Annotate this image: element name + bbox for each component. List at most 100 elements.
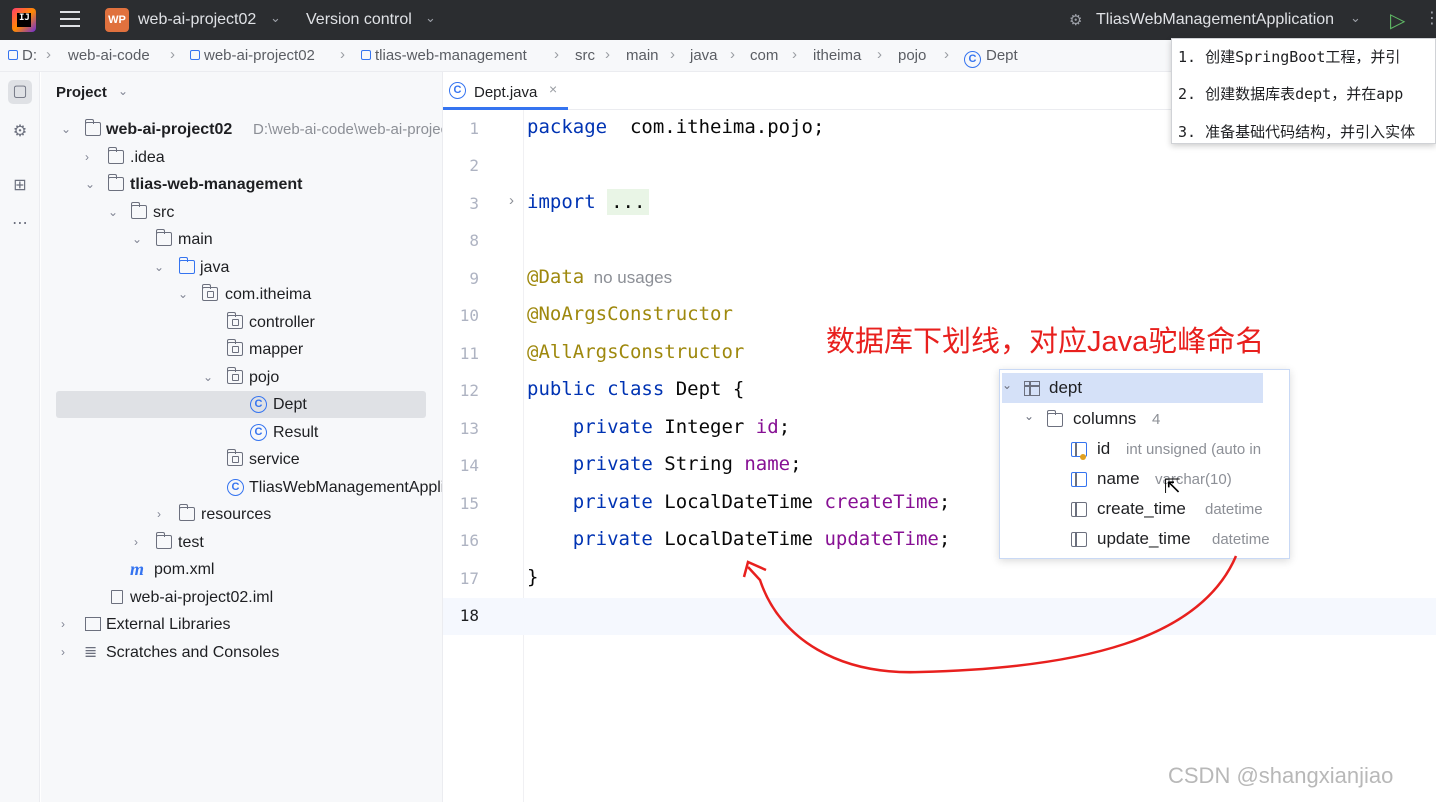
code-line[interactable]: 2	[443, 148, 1436, 185]
chevron-right-icon[interactable]: ›	[157, 501, 161, 528]
tree-label: TliasWebManagementApplication	[249, 479, 442, 496]
tree-item-tlias-web-management[interactable]: ⌄ tlias-web-management	[41, 171, 442, 198]
code-token: @Data	[527, 266, 585, 288]
tree-item-mapper[interactable]: mapper	[41, 336, 442, 363]
tree-item-external-libraries[interactable]: › External Libraries	[41, 611, 442, 638]
code-line[interactable]: 18	[443, 598, 1436, 635]
chevron-right-icon[interactable]: ›	[61, 639, 65, 666]
tree-item-controller[interactable]: controller	[41, 309, 442, 336]
version-control-menu[interactable]: Version control	[306, 11, 412, 29]
chevron-down-icon[interactable]: ⌄	[178, 281, 188, 308]
folder-icon[interactable]: ▢	[8, 80, 32, 104]
chevron-down-icon[interactable]: ⌄	[203, 364, 213, 391]
code-token: @AllArgsConstructor	[527, 341, 745, 363]
tree-label: .idea	[130, 149, 165, 166]
run-icon[interactable]: ▷	[1390, 8, 1405, 33]
chevron-down-icon[interactable]: ⌄	[85, 171, 95, 198]
chevron-down-icon[interactable]: ⌄	[132, 226, 142, 253]
breadcrumb-item[interactable]: com	[750, 47, 778, 64]
tree-item-tlias-web-management-application[interactable]: C TliasWebManagementApplication	[41, 474, 442, 501]
db-column-name[interactable]: name varchar(10)	[1000, 464, 1289, 494]
chevron-right-icon[interactable]: ›	[85, 144, 89, 171]
tree-item-dept[interactable]: C Dept	[41, 391, 442, 418]
close-icon[interactable]: ×	[549, 81, 557, 97]
package-icon	[226, 339, 243, 356]
chevron-down-icon[interactable]: ⌄	[1024, 409, 1034, 423]
task-item: 1. 创建SpringBoot工程，并引	[1178, 48, 1401, 66]
chevron-down-icon[interactable]: ⌄	[1350, 10, 1361, 26]
tree-item-service[interactable]: service	[41, 446, 442, 473]
more-icon[interactable]: ⋮	[1424, 8, 1436, 28]
gear-icon[interactable]: ⚙	[8, 120, 32, 144]
project-badge[interactable]: WP	[105, 8, 129, 32]
folded-imports[interactable]: ...	[607, 189, 650, 215]
breadcrumb-item[interactable]: web-ai-code	[68, 47, 150, 64]
tree-label: pojo	[249, 369, 280, 386]
tree-item-main[interactable]: ⌄ main	[41, 226, 442, 253]
chevron-right-icon[interactable]: ›	[61, 611, 65, 638]
db-table-dept[interactable]: ⌄ dept	[1002, 373, 1263, 403]
more-icon[interactable]: ⋯	[8, 212, 32, 236]
breadcrumb-item[interactable]: java	[690, 47, 718, 64]
run-configuration-selector[interactable]: TliasWebManagementApplication	[1096, 11, 1334, 29]
drive-icon	[8, 50, 18, 60]
code-token: ;	[938, 491, 951, 513]
tree-item-java[interactable]: ⌄ java	[41, 254, 442, 281]
db-column-id[interactable]: id int unsigned (auto in	[1000, 434, 1289, 464]
table-name: dept	[1049, 378, 1083, 397]
title-bar: IJ WP web-ai-project02 ⌄ Version control…	[0, 0, 1436, 40]
db-column-create-time[interactable]: create_time datetime	[1000, 494, 1289, 524]
tree-item-web-ai-project02[interactable]: ⌄ web-ai-project02 D:\web-ai-code\web-ai…	[41, 116, 442, 143]
tree-item-com-itheima[interactable]: ⌄ com.itheima	[41, 281, 442, 308]
chevron-right-icon[interactable]: ›	[134, 529, 138, 556]
tree-item-scratches[interactable]: › ≣ Scratches and Consoles	[41, 639, 442, 666]
db-column-update-time[interactable]: update_time datetime	[1000, 524, 1289, 554]
tree-item-iml[interactable]: web-ai-project02.iml	[41, 584, 442, 611]
code-text: private LocalDateTime updateTime;	[527, 528, 951, 550]
tab-dept-java[interactable]: C Dept.java ×	[443, 72, 568, 110]
tree-item-src[interactable]: ⌄ src	[41, 199, 442, 226]
breadcrumb-item[interactable]: C Dept	[964, 47, 1018, 68]
code-line[interactable]: 8	[443, 223, 1436, 260]
code-token: package	[527, 116, 608, 138]
chevron-down-icon[interactable]: ⌄	[1002, 378, 1012, 392]
chevron-down-icon[interactable]: ⌄	[108, 199, 118, 226]
structure-icon[interactable]: ⊞	[8, 174, 32, 198]
chevron-down-icon[interactable]: ⌄	[118, 84, 128, 98]
project-panel: Project ⌄ ⌄ web-ai-project02 D:\web-ai-c…	[41, 72, 443, 802]
line-number: 14	[459, 456, 479, 475]
code-token: com.itheima.pojo;	[607, 116, 825, 138]
column-type: datetime	[1205, 501, 1263, 518]
code-text: private String name;	[527, 453, 802, 475]
tree-item-pom-xml[interactable]: m pom.xml	[41, 556, 442, 583]
breadcrumb-item[interactable]: itheima	[813, 47, 861, 64]
chevron-down-icon[interactable]: ⌄	[270, 10, 281, 26]
chevron-down-icon[interactable]: ⌄	[61, 116, 71, 143]
project-panel-title[interactable]: Project	[56, 84, 107, 101]
tree-item-idea[interactable]: › .idea	[41, 144, 442, 171]
code-line[interactable]: 9 @Data no usages	[443, 261, 1436, 298]
breadcrumb-item[interactable]: main	[626, 47, 659, 64]
chevron-down-icon[interactable]: ⌄	[154, 254, 164, 281]
column-type: int unsigned (auto in	[1126, 441, 1262, 458]
tree-item-test[interactable]: › test	[41, 529, 442, 556]
tree-item-resources[interactable]: › resources	[41, 501, 442, 528]
code-line[interactable]: 17}	[443, 561, 1436, 598]
tree-item-result[interactable]: C Result	[41, 419, 442, 446]
code-line[interactable]: 3 › import ...	[443, 186, 1436, 223]
scratches-icon: ≣	[84, 644, 98, 661]
breadcrumb-item[interactable]: D:	[8, 47, 37, 64]
db-folder-columns[interactable]: ⌄ columns 4	[1000, 404, 1289, 434]
chevron-down-icon[interactable]: ⌄	[425, 10, 436, 26]
tree-item-pojo[interactable]: ⌄ pojo	[41, 364, 442, 391]
main-menu-icon[interactable]	[60, 11, 80, 29]
breadcrumb-item[interactable]: pojo	[898, 47, 926, 64]
breadcrumb-item[interactable]: tlias-web-management	[361, 47, 527, 64]
breadcrumb-item[interactable]: src	[575, 47, 595, 64]
project-switcher[interactable]: web-ai-project02	[138, 11, 256, 29]
breadcrumb-item[interactable]: web-ai-project02	[190, 47, 315, 64]
fold-chevron-icon[interactable]: ›	[509, 192, 514, 209]
column-name: id	[1097, 439, 1111, 458]
task-list-overlay: 1. 创建SpringBoot工程，并引 2. 创建数据库表dept，并在app…	[1171, 38, 1436, 144]
intellij-logo-icon[interactable]: IJ	[12, 8, 36, 32]
